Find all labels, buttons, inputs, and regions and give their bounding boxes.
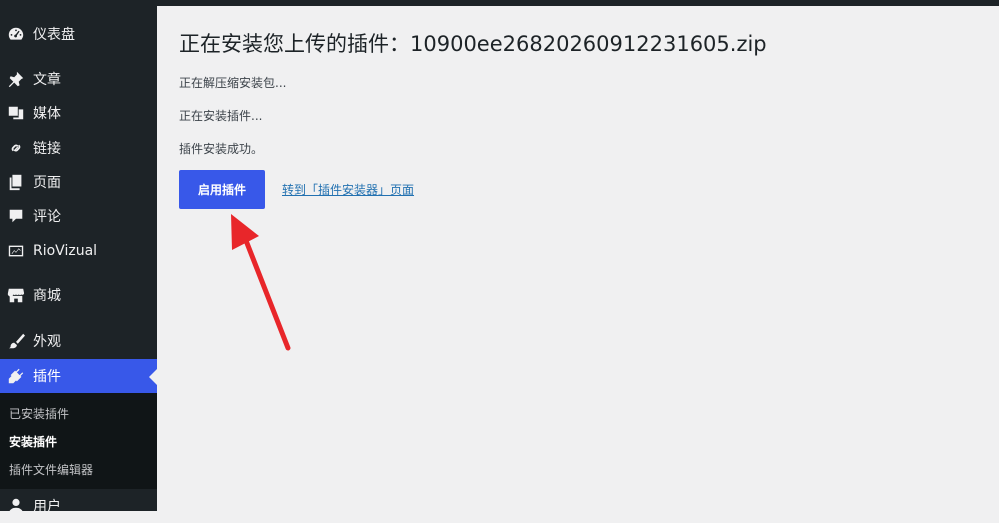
step-unpacking: 正在解压缩安装包... xyxy=(179,76,287,90)
dashboard-icon xyxy=(6,24,26,44)
submenu-plugin-file-editor[interactable]: 插件文件编辑器 xyxy=(9,461,93,478)
media-icon xyxy=(6,103,26,123)
sidebar-item-label: RioVizual xyxy=(33,243,98,259)
pushpin-icon xyxy=(6,69,26,89)
submenu-installed-plugins[interactable]: 已安装插件 xyxy=(9,405,69,422)
user-icon xyxy=(6,496,26,516)
sidebar-item-comments[interactable]: 评论 xyxy=(0,199,157,233)
sidebar-item-media[interactable]: 媒体 xyxy=(0,96,157,130)
step-installing: 正在安装插件... xyxy=(179,109,263,123)
pages-icon xyxy=(6,172,26,192)
sidebar-item-plugins[interactable]: 插件 xyxy=(0,359,157,393)
comment-icon xyxy=(6,206,26,226)
sidebar-item-pages[interactable]: 页面 xyxy=(0,165,157,199)
sidebar-item-label: 媒体 xyxy=(33,106,61,122)
link-icon xyxy=(6,138,26,158)
page-title: 正在安装您上传的插件：10900ee26820260912231605.zip xyxy=(179,32,767,56)
sidebar-item-riovizual[interactable]: RioVizual xyxy=(0,234,157,268)
riovizual-icon xyxy=(6,241,26,261)
sidebar-item-label: 商城 xyxy=(33,288,61,304)
sidebar-item-appearance[interactable]: 外观 xyxy=(0,324,157,358)
sidebar-item-label: 链接 xyxy=(33,141,61,157)
submenu-add-plugins[interactable]: 安装插件 xyxy=(9,433,57,450)
plugin-icon xyxy=(6,366,26,386)
step-success: 插件安装成功。 xyxy=(179,142,264,156)
sidebar-item-label: 文章 xyxy=(33,72,61,88)
sidebar-item-links[interactable]: 链接 xyxy=(0,131,157,165)
main-content: 正在安装您上传的插件：10900ee26820260912231605.zip … xyxy=(157,6,999,511)
sidebar-item-users[interactable]: 用户 xyxy=(0,489,157,523)
brush-icon xyxy=(6,331,26,351)
sidebar-item-label: 用户 xyxy=(33,499,61,515)
admin-sidebar: 仪表盘 文章 媒体 链接 页面 评论 RioVizual 商城 外观 插件 已安… xyxy=(0,0,157,515)
sidebar-item-label: 插件 xyxy=(33,369,61,385)
sidebar-item-posts[interactable]: 文章 xyxy=(0,62,157,96)
sidebar-item-label: 仪表盘 xyxy=(33,27,75,43)
plugin-installer-link[interactable]: 转到「插件安装器」页面 xyxy=(282,181,414,198)
plugins-submenu: 已安装插件 安装插件 插件文件编辑器 xyxy=(0,393,157,489)
sidebar-item-dashboard[interactable]: 仪表盘 xyxy=(0,17,157,51)
sidebar-item-store[interactable]: 商城 xyxy=(0,278,157,312)
sidebar-item-label: 评论 xyxy=(33,209,61,225)
activate-plugin-button[interactable]: 启用插件 xyxy=(179,170,265,209)
sidebar-item-label: 外观 xyxy=(33,334,61,350)
store-icon xyxy=(6,285,26,305)
sidebar-item-label: 页面 xyxy=(33,175,61,191)
